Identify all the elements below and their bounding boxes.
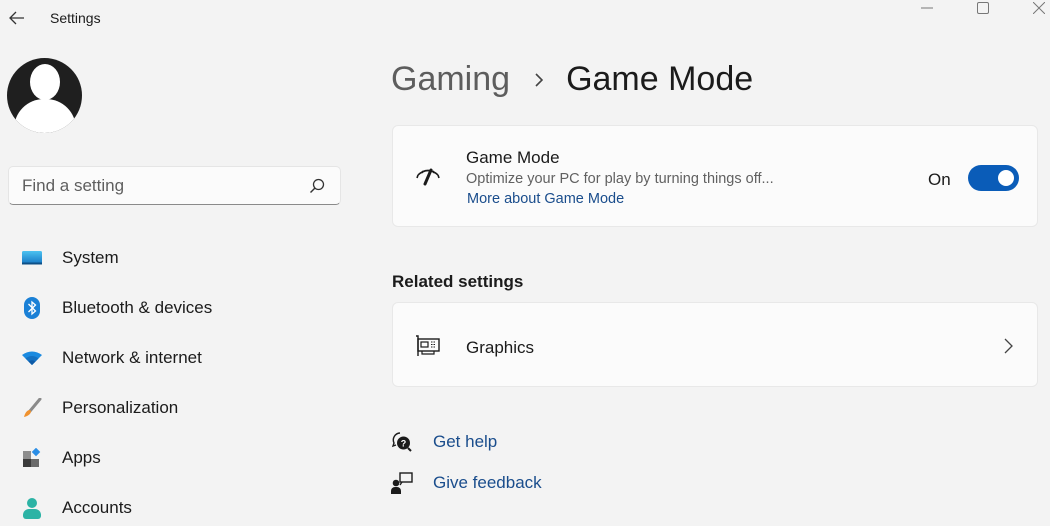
sidebar-item-system[interactable]: System	[0, 233, 350, 283]
svg-text:?: ?	[401, 439, 407, 449]
title-bar: Settings	[0, 0, 1050, 38]
sidebar-item-personalization[interactable]: Personalization	[0, 383, 350, 433]
chevron-right-icon	[532, 72, 546, 87]
graphics-settings-item[interactable]: Graphics	[392, 302, 1038, 387]
toggle-state-label: On	[928, 170, 951, 189]
give-feedback-icon	[391, 472, 413, 494]
maximize-icon	[977, 2, 989, 14]
give-feedback-text: Give feedback	[433, 473, 542, 492]
system-icon	[22, 248, 42, 268]
back-arrow-icon	[9, 11, 24, 25]
sidebar-item-label: Network & internet	[62, 348, 202, 367]
game-mode-gauge-icon	[415, 166, 441, 188]
wifi-icon	[22, 348, 42, 368]
game-mode-description: Optimize your PC for play by turning thi…	[466, 171, 774, 187]
get-help-text: Get help	[433, 432, 498, 451]
avatar-head	[30, 64, 60, 100]
minimize-button[interactable]	[904, 0, 950, 16]
page-title: Game Mode	[566, 60, 754, 98]
chevron-right-icon	[1001, 337, 1015, 355]
breadcrumb: Gaming Game Mode	[391, 60, 753, 99]
sidebar-item-label: Personalization	[62, 398, 179, 417]
search-box[interactable]	[8, 166, 341, 205]
account-icon	[22, 498, 42, 519]
get-help-link[interactable]: ? Get help	[391, 431, 497, 453]
back-button[interactable]	[6, 7, 28, 29]
sidebar-item-network[interactable]: Network & internet	[0, 333, 350, 383]
close-button[interactable]	[1016, 0, 1050, 16]
related-settings-heading: Related settings	[392, 272, 524, 291]
search-input[interactable]	[9, 175, 299, 196]
sidebar-item-label: Apps	[62, 448, 101, 467]
apps-icon	[22, 448, 42, 468]
user-avatar[interactable]	[7, 58, 82, 133]
game-mode-title: Game Mode	[466, 148, 560, 167]
sidebar-nav: System Bluetooth & devices Network & int…	[0, 233, 350, 526]
game-mode-card: Game Mode Optimize your PC for play by t…	[392, 125, 1038, 227]
give-feedback-link[interactable]: Give feedback	[391, 472, 542, 494]
sidebar-item-apps[interactable]: Apps	[0, 433, 350, 483]
toggle-knob	[998, 170, 1014, 186]
get-help-icon: ?	[391, 431, 413, 453]
bluetooth-icon	[22, 297, 42, 319]
graphics-card-icon	[415, 335, 441, 357]
avatar-body	[14, 99, 76, 133]
close-icon	[1033, 2, 1045, 14]
breadcrumb-parent[interactable]: Gaming	[391, 60, 510, 99]
sidebar-item-label: Accounts	[62, 498, 132, 517]
maximize-button[interactable]	[960, 0, 1006, 16]
sidebar-item-label: Bluetooth & devices	[62, 298, 213, 317]
brush-icon	[22, 398, 42, 418]
more-about-game-mode-link[interactable]: More about Game Mode	[467, 191, 624, 207]
graphics-label: Graphics	[466, 338, 535, 357]
app-title: Settings	[50, 10, 101, 26]
sidebar-item-accounts[interactable]: Accounts	[0, 483, 350, 526]
sidebar-item-label: System	[62, 248, 119, 267]
minimize-icon	[921, 7, 933, 9]
search-icon[interactable]	[308, 177, 326, 195]
sidebar-item-bluetooth[interactable]: Bluetooth & devices	[0, 283, 350, 333]
game-mode-toggle[interactable]	[968, 165, 1019, 191]
